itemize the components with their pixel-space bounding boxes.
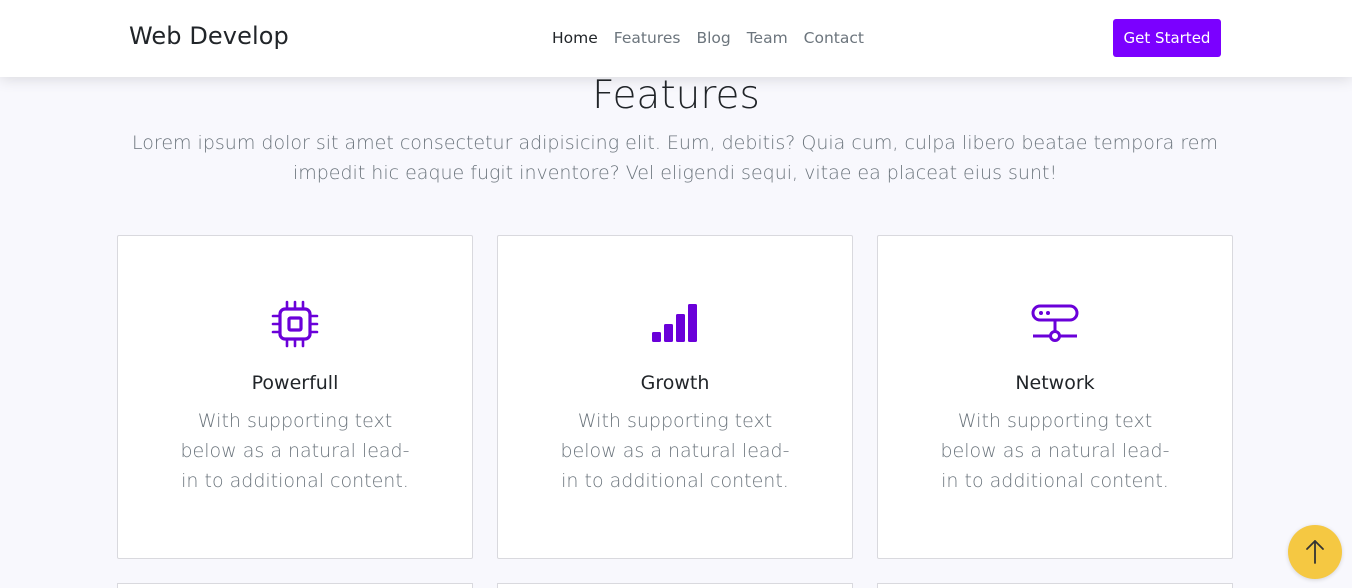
feature-text: With supporting text below as a natural … xyxy=(560,410,790,492)
nav-link-features[interactable]: Features xyxy=(614,29,681,47)
brand-logo[interactable]: Web Develop xyxy=(129,22,289,50)
bar-chart-icon xyxy=(498,299,852,349)
arrow-up-icon xyxy=(1306,540,1324,564)
back-to-top-button[interactable] xyxy=(1288,525,1342,579)
nav-link-home[interactable]: Home xyxy=(552,29,598,47)
feature-card xyxy=(877,583,1233,588)
get-started-button[interactable]: Get Started xyxy=(1113,19,1221,57)
nav-link-contact[interactable]: Contact xyxy=(804,29,864,47)
section-title: Features xyxy=(592,73,760,118)
feature-card xyxy=(497,583,853,588)
nav-link-blog[interactable]: Blog xyxy=(696,29,730,47)
feature-title: Growth xyxy=(640,372,710,394)
cpu-icon xyxy=(118,299,472,349)
section-lead: Lorem ipsum dolor sit amet consectetur a… xyxy=(132,132,1218,184)
network-icon xyxy=(878,299,1232,349)
nav-links: Home Features Blog Team Contact xyxy=(552,29,880,47)
feature-card: Growth With supporting text below as a n… xyxy=(497,235,853,559)
nav-link-team[interactable]: Team xyxy=(747,29,788,47)
feature-text: With supporting text below as a natural … xyxy=(180,410,410,492)
feature-text: With supporting text below as a natural … xyxy=(940,410,1170,492)
feature-title: Network xyxy=(1015,372,1095,394)
feature-title: Powerfull xyxy=(251,372,339,394)
feature-card xyxy=(117,583,473,588)
feature-card: Powerfull With supporting text below as … xyxy=(117,235,473,559)
navbar: Web Develop Home Features Blog Team Cont… xyxy=(0,0,1352,77)
feature-card: Network With supporting text below as a … xyxy=(877,235,1233,559)
